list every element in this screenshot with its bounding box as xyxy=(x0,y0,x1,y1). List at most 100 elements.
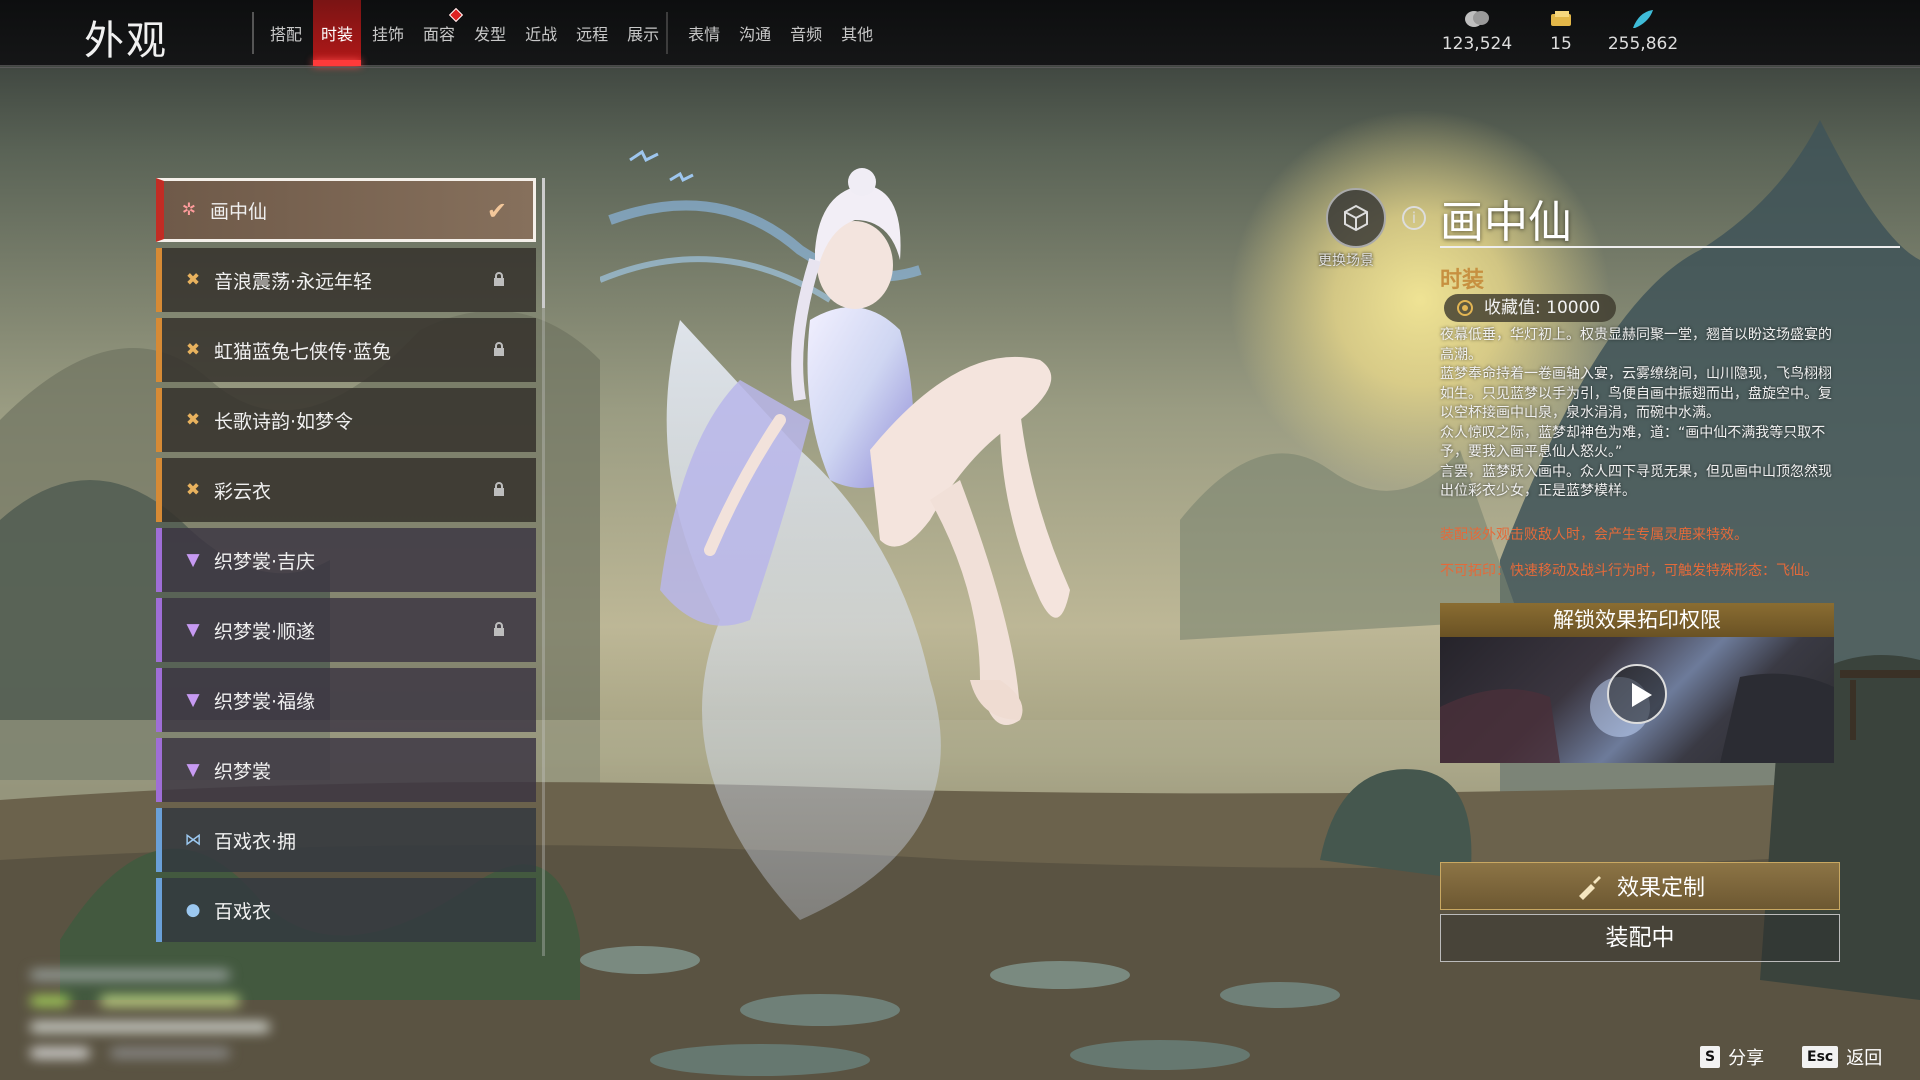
info-icon[interactable]: i xyxy=(1402,206,1426,230)
imprint-note: 不可拓印：快速移动及战斗行为时，可触发特殊形态：飞仙。 xyxy=(1440,563,1818,579)
tab-label: 沟通 xyxy=(739,25,772,44)
outfit-name: 长歌诗韵·如梦令 xyxy=(214,410,354,433)
burst-icon: ✖ xyxy=(185,480,201,500)
tab-1[interactable]: 时装 xyxy=(313,0,362,66)
butterfly-icon: ⋈ xyxy=(184,830,202,850)
coin-icon xyxy=(1465,11,1489,27)
outfit-name: 织梦裳·福缘 xyxy=(214,690,316,713)
lock-icon xyxy=(494,342,504,356)
lock-icon xyxy=(494,482,504,496)
share-key: S xyxy=(1700,1046,1721,1068)
tab-3[interactable]: 面容 xyxy=(415,0,464,66)
tab-label: 表情 xyxy=(688,25,721,44)
outfit-item[interactable]: ▼ 织梦裳·吉庆 xyxy=(156,528,536,592)
collection-value-badge: 收藏值: 10000 xyxy=(1444,294,1617,322)
share-label: 分享 xyxy=(1728,1048,1765,1069)
drop-icon: ● xyxy=(185,900,201,920)
tab-11[interactable]: 其他 xyxy=(833,0,881,66)
unlock-effect-header: 解锁效果拓印权限 xyxy=(1440,603,1834,637)
outfit-name: 音浪震荡·永远年轻 xyxy=(214,270,373,293)
effect-note: 装配该外观击败敌人时，会产生专属灵鹿来特效。 xyxy=(1440,527,1748,543)
feather-icon xyxy=(1633,10,1653,28)
burst-icon: ✖ xyxy=(185,270,201,290)
tab-label: 远程 xyxy=(576,25,609,44)
tab-label: 音频 xyxy=(790,25,823,44)
outfit-list: ✲ 画中仙 ✔ ✖ 音浪震荡·永远年轻 ✖ 虹猫蓝兔七侠传·蓝兔 ✖ 长歌诗韵·如梦令 ✖ 彩云衣 ▼… xyxy=(156,178,536,948)
check-icon: ✔ xyxy=(486,197,507,225)
outfit-name: 织梦裳 xyxy=(214,760,272,783)
outfit-title: 画中仙 xyxy=(1440,197,1572,248)
play-icon[interactable] xyxy=(1607,664,1667,724)
tab-label: 展示 xyxy=(627,25,660,44)
effect-customize-label: 效果定制 xyxy=(1616,876,1705,901)
outfit-name: 织梦裳·顺遂 xyxy=(214,620,316,643)
ticket-icon xyxy=(1551,11,1571,26)
back-hint[interactable]: Esc 返回 xyxy=(1802,1044,1882,1070)
page-title: 外观 xyxy=(84,18,168,64)
tab-2[interactable]: 挂饰 xyxy=(364,0,412,66)
equipped-button[interactable]: 装配中 xyxy=(1440,914,1840,962)
outfit-name: 彩云衣 xyxy=(214,480,272,503)
tab-8[interactable]: 表情 xyxy=(680,0,728,66)
outfit-item[interactable]: ✲ 画中仙 ✔ xyxy=(156,178,536,242)
effect-customize-button[interactable]: 效果定制 xyxy=(1440,862,1840,910)
description-paragraph: 众人惊叹之际，蓝梦却神色为难，道：“画中仙不满我等只取不予，要我入画平息仙人怒火… xyxy=(1440,424,1826,461)
outfit-name: 织梦裳·吉庆 xyxy=(214,550,316,573)
top-bar: 外观 搭配 时装 挂饰 面容 发型 近战 远程 展示 表情 沟通 音频 其他 123,524 15 2… xyxy=(0,0,1920,68)
collection-value: 收藏值: 10000 xyxy=(1484,298,1601,318)
outfit-category: 时装 xyxy=(1440,268,1485,293)
outfit-item[interactable]: ✖ 彩云衣 xyxy=(156,458,536,522)
tab-0[interactable]: 搭配 xyxy=(262,0,310,66)
list-scrollbar[interactable] xyxy=(542,178,545,956)
change-scene-label: 更换场景 xyxy=(1318,253,1374,269)
outfit-item[interactable]: ⋈ 百戏衣·拥 xyxy=(156,808,536,872)
outfit-item[interactable]: ▼ 织梦裳·福缘 xyxy=(156,668,536,732)
tab-7[interactable]: 展示 xyxy=(619,0,667,66)
back-key: Esc xyxy=(1802,1046,1839,1068)
outfit-item[interactable]: ▼ 织梦裳·顺遂 xyxy=(156,598,536,662)
brush-icon xyxy=(1578,876,1601,900)
character-model[interactable] xyxy=(600,120,1220,940)
outfit-item[interactable]: ▼ 织梦裳 xyxy=(156,738,536,802)
tab-divider xyxy=(252,12,254,54)
outfit-name: 百戏衣·拥 xyxy=(214,830,297,853)
tab-10[interactable]: 音频 xyxy=(782,0,830,66)
wings-icon: ▼ xyxy=(186,620,200,640)
currency-value: 255,862 xyxy=(1607,34,1679,54)
tab-6[interactable]: 远程 xyxy=(568,0,616,66)
tab-5[interactable]: 近战 xyxy=(517,0,565,66)
outfit-item[interactable]: ● 百戏衣 xyxy=(156,878,536,942)
tab-label: 近战 xyxy=(525,25,558,44)
currency-feathers: 255,862 xyxy=(1588,8,1698,54)
wings-icon: ▼ xyxy=(186,760,200,780)
outfit-name: 画中仙 xyxy=(210,200,268,223)
description-paragraph: 言罢，蓝梦跃入画中。众人四下寻觅无果，但见画中山顶忽然现出位彩衣少女，正是蓝梦模… xyxy=(1440,463,1832,500)
description-paragraph: 蓝梦奉命持着一卷画轴入宴，云雾缭绕间，山川隐现，飞鸟栩栩如生。只见蓝梦以手为引，… xyxy=(1440,366,1832,421)
wings-icon: ▼ xyxy=(186,690,200,710)
category-tabs: 搭配 时装 挂饰 面容 发型 近战 远程 展示 表情 沟通 音频 其他 xyxy=(262,0,884,66)
outfit-item[interactable]: ✖ 音浪震荡·永远年轻 xyxy=(156,248,536,312)
tab-label: 挂饰 xyxy=(372,25,405,44)
tab-label: 面容 xyxy=(423,25,456,44)
outfit-item[interactable]: ✖ 长歌诗韵·如梦令 xyxy=(156,388,536,452)
change-scene-button[interactable] xyxy=(1326,188,1386,248)
outfit-item[interactable]: ✖ 虹猫蓝兔七侠传·蓝兔 xyxy=(156,318,536,382)
outfit-description: 夜幕低垂，华灯初上。权贵显赫同聚一堂，翘首以盼这场盛宴的高潮。 蓝梦奉命持着一卷… xyxy=(1440,326,1840,502)
tab-9[interactable]: 沟通 xyxy=(731,0,779,66)
tab-label: 时装 xyxy=(321,25,354,44)
effect-preview-video[interactable] xyxy=(1440,637,1834,763)
tab-4[interactable]: 发型 xyxy=(466,0,514,66)
wings-icon: ▼ xyxy=(186,550,200,570)
share-hint[interactable]: S 分享 xyxy=(1700,1044,1764,1070)
star-icon: ✲ xyxy=(181,200,197,220)
notification-badge xyxy=(448,7,464,23)
tab-label: 发型 xyxy=(474,25,507,44)
outfit-name: 百戏衣 xyxy=(214,900,272,923)
description-paragraph: 夜幕低垂，华灯初上。权贵显赫同聚一堂，翘首以盼这场盛宴的高潮。 xyxy=(1440,327,1832,363)
tab-divider xyxy=(666,12,668,54)
burst-icon: ✖ xyxy=(185,340,201,360)
outfit-name: 虹猫蓝兔七侠传·蓝兔 xyxy=(214,340,392,363)
tab-label: 其他 xyxy=(841,25,874,44)
lock-icon xyxy=(494,622,504,636)
lock-icon xyxy=(494,272,504,286)
